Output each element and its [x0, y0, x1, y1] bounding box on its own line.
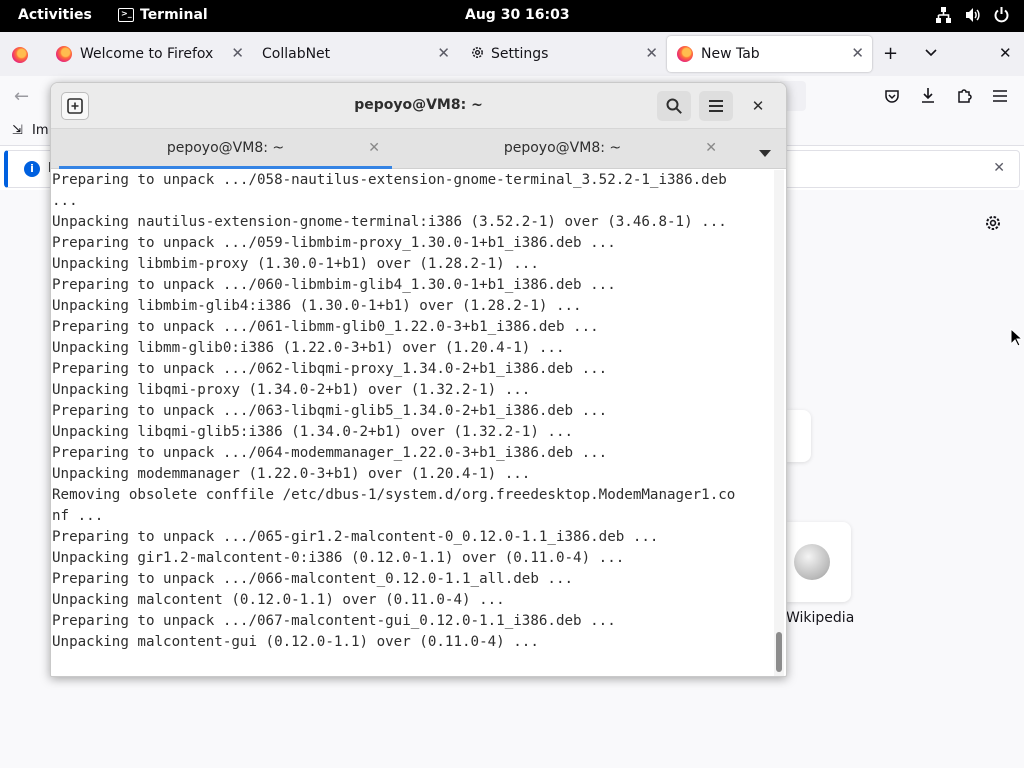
terminal-line: Preparing to unpack .../064-modemmanager… [52, 445, 608, 461]
page-settings-gear-icon[interactable] [984, 214, 1002, 236]
pocket-icon[interactable] [884, 88, 900, 108]
terminal-line: Unpacking libmm-glib0:i386 (1.22.0-3+b1)… [52, 340, 565, 356]
app-menu[interactable]: >_ Terminal [118, 7, 208, 23]
network-icon [935, 6, 952, 24]
terminal-line: ... [52, 193, 78, 209]
volume-icon [964, 6, 981, 24]
terminal-line: Preparing to unpack .../063-libqmi-glib5… [52, 403, 608, 419]
hamburger-menu-icon [709, 100, 723, 112]
search-button[interactable] [657, 91, 691, 121]
tab-label: pepoyo@VM8: ~ [166, 140, 285, 156]
close-tab-icon[interactable]: ✕ [437, 44, 450, 62]
terminal-line: Preparing to unpack .../061-libmm-glib0_… [52, 319, 599, 335]
tab-welcome-to-firefox[interactable]: Welcome to Firefox ✕ [46, 36, 252, 72]
terminal-app-icon: >_ [118, 8, 134, 22]
close-tab-icon[interactable]: ✕ [368, 133, 380, 163]
firefox-favicon-icon [677, 46, 693, 62]
close-tab-icon[interactable]: ✕ [705, 133, 717, 163]
shortcut-label-wikipedia: Wikipedia [786, 610, 855, 626]
search-icon [666, 98, 682, 114]
firefox-tab-strip: Welcome to Firefox ✕ CollabNet ✕ Setting… [0, 32, 1024, 76]
import-bookmarks-icon[interactable]: ⇲ [12, 123, 23, 138]
mouse-cursor-icon [1010, 327, 1024, 352]
terminal-line: Preparing to unpack .../058-nautilus-ext… [52, 172, 727, 188]
menu-button[interactable] [699, 91, 733, 121]
activities-button[interactable]: Activities [18, 7, 92, 23]
terminal-line: Unpacking gir1.2-malcontent-0:i386 (0.12… [52, 550, 625, 566]
close-tab-icon[interactable]: ✕ [645, 44, 658, 62]
downloads-icon[interactable] [920, 87, 936, 108]
terminal-tab-2[interactable]: pepoyo@VM8: ~ ✕ [396, 133, 729, 165]
tab-label: Settings [491, 46, 549, 62]
terminal-line: Unpacking malcontent (0.12.0-1.1) over (… [52, 592, 505, 608]
info-icon: i [24, 161, 40, 177]
close-tab-icon[interactable]: ✕ [851, 44, 864, 62]
firefox-favicon-icon [56, 46, 72, 62]
import-bookmarks-label[interactable]: Im [32, 123, 49, 138]
close-window-icon[interactable]: ✕ [747, 95, 769, 117]
gnome-top-bar: Activities >_ Terminal Aug 30 16:03 [0, 0, 1024, 32]
tab-new-tab[interactable]: New Tab ✕ [667, 36, 872, 72]
terminal-line: Unpacking libmbim-proxy (1.30.0-1+b1) ov… [52, 256, 539, 272]
wikipedia-globe-icon [794, 544, 830, 580]
close-tab-icon[interactable]: ✕ [231, 44, 244, 62]
terminal-line: Preparing to unpack .../067-malcontent-g… [52, 613, 616, 629]
hamburger-menu-icon[interactable] [992, 88, 1008, 107]
terminal-line: Unpacking libqmi-glib5:i386 (1.34.0-2+b1… [52, 424, 574, 440]
terminal-tab-1[interactable]: pepoyo@VM8: ~ ✕ [59, 133, 392, 169]
tab-collabnet[interactable]: CollabNet ✕ [252, 36, 458, 72]
power-icon [993, 6, 1010, 24]
app-name: Terminal [140, 7, 208, 23]
tab-settings[interactable]: Settings ✕ [460, 36, 666, 72]
terminal-line: Preparing to unpack .../065-gir1.2-malco… [52, 529, 659, 545]
close-notification-icon[interactable]: ✕ [993, 160, 1005, 176]
tab-label: pepoyo@VM8: ~ [503, 140, 622, 156]
terminal-output[interactable]: Preparing to unpack .../058-nautilus-ext… [51, 170, 773, 676]
extensions-puzzle-icon[interactable] [956, 87, 973, 108]
shortcut-tile[interactable] [787, 410, 811, 462]
terminal-window[interactable]: pepoyo@VM8: ~ ✕ pepoyo@VM8: ~ ✕ pepoyo@V… [50, 82, 787, 677]
terminal-line: Unpacking modemmanager (1.22.0-3+b1) ove… [52, 466, 531, 482]
new-tab-plus-icon[interactable]: + [883, 43, 898, 64]
terminal-line: Preparing to unpack .../059-libmbim-prox… [52, 235, 616, 251]
scrollbar-thumb[interactable] [776, 632, 782, 672]
list-all-tabs-chevron-icon[interactable] [924, 44, 938, 63]
back-arrow-icon[interactable]: ← [14, 86, 29, 107]
tab-list-dropdown-icon[interactable] [759, 143, 771, 162]
window-close-icon[interactable]: ✕ [999, 44, 1012, 62]
tab-label: New Tab [701, 46, 760, 62]
terminal-line: Unpacking nautilus-extension-gnome-termi… [52, 214, 727, 230]
terminal-line: Preparing to unpack .../062-libqmi-proxy… [52, 361, 608, 377]
gear-icon [470, 45, 485, 64]
tab-label: Welcome to Firefox [80, 46, 214, 62]
firefox-view-icon[interactable] [12, 47, 28, 63]
shortcut-tile-wikipedia[interactable] [787, 522, 851, 602]
terminal-line: Preparing to unpack .../060-libmbim-glib… [52, 277, 616, 293]
terminal-line: Preparing to unpack .../066-malcontent_0… [52, 571, 574, 587]
terminal-line: Unpacking libmbim-glib4:i386 (1.30.0-1+b… [52, 298, 582, 314]
terminal-line: nf ... [52, 508, 104, 524]
terminal-headerbar[interactable]: pepoyo@VM8: ~ ✕ [51, 83, 786, 129]
terminal-scrollbar[interactable] [774, 170, 784, 676]
terminal-tab-bar: pepoyo@VM8: ~ ✕ pepoyo@VM8: ~ ✕ [51, 129, 786, 169]
system-tray[interactable] [935, 6, 1010, 24]
terminal-line: Unpacking malcontent-gui (0.12.0-1.1) ov… [52, 634, 539, 650]
terminal-line: Removing obsolete conffile /etc/dbus-1/s… [52, 487, 736, 503]
terminal-line: Unpacking libqmi-proxy (1.34.0-2+b1) ove… [52, 382, 531, 398]
tab-label: CollabNet [262, 46, 331, 62]
clock[interactable]: Aug 30 16:03 [465, 7, 570, 23]
